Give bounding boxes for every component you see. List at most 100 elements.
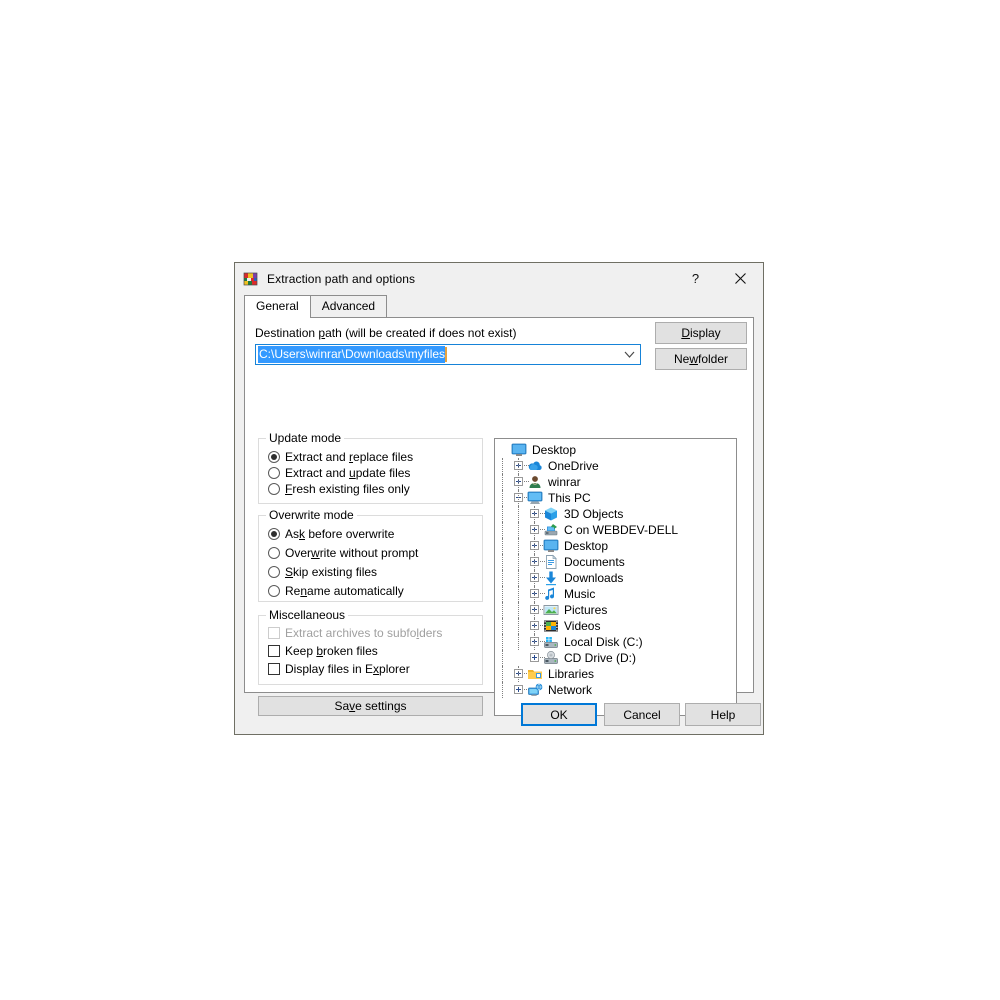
checkbox-display-files-in-explorer[interactable]: Display files in Explorer <box>268 662 410 676</box>
folder-tree[interactable]: Desktop OneDrive winrar This PC 3D Objects C … <box>494 438 737 716</box>
tree-item-desktop[interactable]: Desktop <box>495 538 736 554</box>
tree-guide-line <box>502 490 504 506</box>
tree-item-local-disk-c[interactable]: Local Disk (C:) <box>495 634 736 650</box>
user-person-icon <box>527 474 543 490</box>
tree-item-c-on-webdev-dell[interactable]: C on WEBDEV-DELL <box>495 522 736 538</box>
option-label: Extract archives to subfolders <box>285 626 443 640</box>
tree-indent-guide <box>511 554 527 570</box>
tree-expander-cell <box>511 458 529 474</box>
tree-guide-line <box>518 618 520 634</box>
videos-film-icon <box>543 618 559 634</box>
tree-item-cd-drive-d[interactable]: CD Drive (D:) <box>495 650 736 666</box>
tree-indent-guide <box>495 570 511 586</box>
tree-guide-line <box>502 586 504 602</box>
destination-path-input[interactable]: C:\Users\winrar\Downloads\myfiles <box>255 344 641 365</box>
tree-item-3d-objects[interactable]: 3D Objects <box>495 506 736 522</box>
text-caret <box>445 347 448 362</box>
tree-indent-guide <box>495 522 511 538</box>
tree-item-label: winrar <box>548 475 581 489</box>
tree-item-documents[interactable]: Documents <box>495 554 736 570</box>
tree-item-onedrive[interactable]: OneDrive <box>495 458 736 474</box>
option-label: Rename automatically <box>285 584 404 598</box>
cancel-button[interactable]: Cancel <box>604 703 680 726</box>
close-icon[interactable] <box>718 263 763 294</box>
desktop-monitor-icon <box>511 442 527 458</box>
radio-extract-and-replace-files[interactable]: Extract and replace files <box>268 450 413 464</box>
tree-item-pictures[interactable]: Pictures <box>495 602 736 618</box>
radio-skip-existing-files[interactable]: Skip existing files <box>268 565 377 579</box>
title-bar: Extraction path and options ? <box>235 263 763 294</box>
tab-advanced[interactable]: Advanced <box>309 295 388 317</box>
tree-guide-line <box>502 570 504 586</box>
pictures-image-icon <box>543 602 559 618</box>
radio-extract-and-update-files[interactable]: Extract and update files <box>268 466 410 480</box>
checkbox-keep-broken-files[interactable]: Keep broken files <box>268 644 378 658</box>
option-label: Skip existing files <box>285 565 378 579</box>
tree-guide-line <box>502 506 504 522</box>
tree-guide-line <box>502 522 504 538</box>
tree-guide-line <box>518 522 520 538</box>
tree-expander-cell <box>527 506 545 522</box>
tree-item-winrar[interactable]: winrar <box>495 474 736 490</box>
tree-item-libraries[interactable]: Libraries <box>495 666 736 682</box>
tree-item-music[interactable]: Music <box>495 586 736 602</box>
help-button[interactable]: Help <box>685 703 761 726</box>
tree-expander-cell <box>527 522 545 538</box>
tree-indent-guide <box>511 522 527 538</box>
tree-guide-line <box>518 506 520 522</box>
tree-guide-line <box>502 538 504 554</box>
tree-item-this-pc[interactable]: This PC <box>495 490 736 506</box>
checkbox-indicator <box>268 627 280 639</box>
radio-ask-before-overwrite[interactable]: Ask before overwrite <box>268 527 394 541</box>
tree-indent-guide <box>511 602 527 618</box>
tree-guide-line <box>502 458 504 474</box>
dialog-button-bar: OK Cancel Help <box>235 693 763 734</box>
display-button[interactable]: Display <box>655 322 747 344</box>
radio-indicator <box>268 467 280 479</box>
tree-indent-guide <box>511 586 527 602</box>
tree-expander-cell <box>511 666 529 682</box>
radio-indicator <box>268 451 280 463</box>
tree-expander-cell <box>527 570 545 586</box>
tree-item-label: Desktop <box>564 539 609 553</box>
tree-item-downloads[interactable]: Downloads <box>495 570 736 586</box>
tree-indent-guide <box>511 538 527 554</box>
update-mode-group: Update mode Extract and replace files Ex… <box>258 431 483 504</box>
tree-guide-line <box>534 602 536 618</box>
overwrite-mode-title: Overwrite mode <box>266 508 357 522</box>
tree-guide-line <box>518 570 520 586</box>
option-label: Extract and update files <box>285 466 411 480</box>
tab-general[interactable]: General <box>244 295 311 318</box>
radio-indicator <box>268 483 280 495</box>
tree-guide-line <box>502 618 504 634</box>
radio-fresh-existing-files-only[interactable]: Fresh existing files only <box>268 482 410 496</box>
onedrive-cloud-icon <box>527 458 543 474</box>
extraction-options-dialog: Extraction path and options ? General Ad… <box>234 262 764 735</box>
3d-objects-cube-icon <box>543 506 559 522</box>
tree-item-label: 3D Objects <box>564 507 624 521</box>
tree-guide-line <box>534 586 536 602</box>
tree-item-videos[interactable]: Videos <box>495 618 736 634</box>
tree-expander-cell <box>495 442 511 458</box>
tree-indent-guide <box>495 586 511 602</box>
radio-indicator <box>268 528 280 540</box>
tree-indent-guide <box>495 618 511 634</box>
tree-item-desktop[interactable]: Desktop <box>495 442 736 458</box>
tree-indent-guide <box>511 570 527 586</box>
documents-page-icon <box>543 554 559 570</box>
general-tab-panel: Destination path (will be created if doe… <box>244 317 754 716</box>
radio-overwrite-without-prompt[interactable]: Overwrite without prompt <box>268 546 418 560</box>
radio-indicator <box>268 547 280 559</box>
chevron-down-icon[interactable] <box>618 345 640 364</box>
radio-rename-automatically[interactable]: Rename automatically <box>268 584 404 598</box>
help-titlebar-button[interactable]: ? <box>673 263 718 294</box>
ok-button[interactable]: OK <box>521 703 597 726</box>
new-folder-button[interactable]: Ne w folder <box>655 348 747 370</box>
tree-expander-cell <box>527 618 545 634</box>
tree-item-label: OneDrive <box>548 459 599 473</box>
tree-indent-guide <box>495 602 511 618</box>
libraries-folder-icon <box>527 666 543 682</box>
tree-indent-guide <box>511 618 527 634</box>
expand-plus-icon[interactable] <box>530 653 539 662</box>
destination-path-label: Destination path (will be created if doe… <box>255 326 517 340</box>
